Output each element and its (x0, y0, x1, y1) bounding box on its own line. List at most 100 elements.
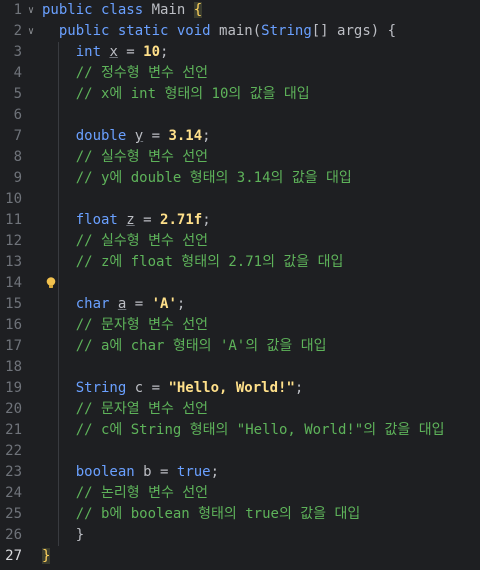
code-token: public class (42, 2, 152, 18)
code-text[interactable]: public static void main(String[] args) { (42, 21, 396, 42)
code-text[interactable]: int x = 10; (42, 42, 169, 63)
code-line[interactable]: 11 float z = 2.71f; (0, 210, 480, 231)
code-line[interactable]: 1 ∨ public class Main { (0, 0, 480, 21)
code-text[interactable]: double y = 3.14; (42, 126, 211, 147)
code-token: String (261, 23, 312, 39)
code-text[interactable]: // a에 char 형태의 'A'의 값을 대입 (42, 336, 327, 357)
code-token: = (143, 380, 169, 396)
code-text[interactable]: public class Main { (42, 0, 203, 21)
line-number: 19 (5, 380, 22, 396)
code-text[interactable]: // 논리형 변수 선언 (42, 483, 208, 504)
code-token: // z에 float 형태의 2.71의 값을 대입 (42, 254, 344, 270)
code-text[interactable]: String c = "Hello, World!"; (42, 378, 304, 399)
code-line[interactable]: 22 (0, 441, 480, 462)
code-token: // y에 double 형태의 3.14의 값을 대입 (42, 170, 352, 186)
code-token: 3.14 (168, 128, 203, 144)
chevron-down-icon[interactable]: ∨ (26, 21, 36, 42)
code-text[interactable]: // b에 boolean 형태의 true의 값을 대입 (42, 504, 361, 525)
code-line[interactable]: 12 // 실수형 변수 선언 (0, 231, 480, 252)
code-token: Main (151, 2, 194, 18)
code-text[interactable]: // 문자형 변수 선언 (42, 315, 208, 336)
code-line[interactable]: 25 // b에 boolean 형태의 true의 값을 대입 (0, 504, 480, 525)
code-text[interactable]: // 정수형 변수 선언 (42, 63, 208, 84)
code-text[interactable]: // z에 float 형태의 2.71의 값을 대입 (42, 252, 344, 273)
line-number: 21 (5, 422, 22, 438)
code-line[interactable]: 17 // a에 char 형태의 'A'의 값을 대입 (0, 336, 480, 357)
code-editor[interactable]: 1 ∨ public class Main {2 ∨ public static vo… (0, 0, 480, 570)
code-token: ; (294, 380, 304, 396)
code-line[interactable]: 7 double y = 3.14; (0, 126, 480, 147)
code-line[interactable]: 18 (0, 357, 480, 378)
code-text[interactable]: // x에 int 형태의 10의 값을 대입 (42, 84, 310, 105)
code-line[interactable]: 26 } (0, 525, 480, 546)
line-number: 7 (13, 128, 22, 144)
code-line[interactable]: 3 int x = 10; (0, 42, 480, 63)
code-line[interactable]: 21 // c에 String 형태의 "Hello, World!"의 값을 … (0, 420, 480, 441)
code-token: // b에 boolean 형태의 true의 값을 대입 (42, 506, 361, 522)
code-line[interactable]: 20 // 문자열 변수 선언 (0, 399, 480, 420)
line-number: 26 (5, 527, 22, 543)
code-token: { (193, 2, 203, 18)
line-number: 24 (5, 485, 22, 501)
code-lines[interactable]: 1 ∨ public class Main {2 ∨ public static vo… (0, 0, 480, 567)
line-number: 27 (5, 548, 22, 564)
line-number: 25 (5, 506, 22, 522)
code-line[interactable]: 16 // 문자형 변수 선언 (0, 315, 480, 336)
code-text[interactable]: // c에 String 형태의 "Hello, World!"의 값을 대입 (42, 420, 445, 441)
code-token: // 실수형 변수 선언 (42, 149, 209, 165)
line-number: 2 (13, 23, 22, 39)
code-text[interactable]: // 문자열 변수 선언 (42, 399, 208, 420)
chevron-down-icon[interactable]: ∨ (26, 0, 36, 21)
code-token: true (176, 464, 211, 480)
code-token: ( (252, 23, 262, 39)
code-line[interactable]: 23 boolean b = true; (0, 462, 480, 483)
line-number: 6 (13, 107, 22, 123)
code-line[interactable]: 15 char a = 'A'; (0, 294, 480, 315)
code-line[interactable]: 27} (0, 546, 480, 567)
code-line[interactable]: 10 (0, 189, 480, 210)
code-text[interactable]: float z = 2.71f; (42, 210, 211, 231)
code-token: // x에 int 형태의 10의 값을 대입 (42, 86, 310, 102)
line-number: 17 (5, 338, 22, 354)
code-token: ; (176, 296, 186, 312)
code-token: // 논리형 변수 선언 (42, 485, 209, 501)
code-token: y (134, 128, 144, 144)
code-token: ; (202, 128, 211, 144)
code-text[interactable]: // y에 double 형태의 3.14의 값을 대입 (42, 168, 352, 189)
code-token: // a에 char 형태의 'A'의 값을 대입 (42, 338, 327, 354)
code-token: // 정수형 변수 선언 (42, 65, 209, 81)
code-token: = (151, 464, 177, 480)
code-token: ; (202, 212, 211, 228)
code-token: = (143, 128, 169, 144)
line-number: 8 (13, 149, 22, 165)
code-text[interactable]: // 실수형 변수 선언 (42, 231, 208, 252)
code-line[interactable]: 13 // z에 float 형태의 2.71의 값을 대입 (0, 252, 480, 273)
code-line[interactable]: 4 // 정수형 변수 선언 (0, 63, 480, 84)
code-token: 'A' (151, 296, 177, 312)
lightbulb-icon[interactable] (44, 276, 58, 290)
code-token: = (134, 212, 161, 228)
code-token: ; (160, 44, 169, 60)
line-number: 16 (5, 317, 22, 333)
code-line[interactable]: 2 ∨ public static void main(String[] args… (0, 21, 480, 42)
code-line[interactable]: 8 // 실수형 변수 선언 (0, 147, 480, 168)
code-line[interactable]: 19 String c = "Hello, World!"; (0, 378, 480, 399)
code-token: // 실수형 변수 선언 (42, 233, 209, 249)
line-number: 23 (5, 464, 22, 480)
code-text[interactable]: } (42, 525, 84, 546)
code-text[interactable]: // 실수형 변수 선언 (42, 147, 208, 168)
code-token: 10 (143, 44, 161, 60)
code-token: public static void (42, 23, 220, 39)
code-text[interactable]: } (42, 546, 51, 567)
line-number: 3 (13, 44, 22, 60)
code-line[interactable]: 24 // 논리형 변수 선언 (0, 483, 480, 504)
code-token: c (134, 380, 144, 396)
code-line[interactable]: 6 (0, 105, 480, 126)
line-number: 9 (13, 170, 22, 186)
code-line[interactable]: 14 (0, 273, 480, 294)
code-token: char (42, 296, 118, 312)
code-text[interactable]: boolean b = true; (42, 462, 219, 483)
code-line[interactable]: 5 // x에 int 형태의 10의 값을 대입 (0, 84, 480, 105)
code-line[interactable]: 9 // y에 double 형태의 3.14의 값을 대입 (0, 168, 480, 189)
code-text[interactable]: char a = 'A'; (42, 294, 186, 315)
